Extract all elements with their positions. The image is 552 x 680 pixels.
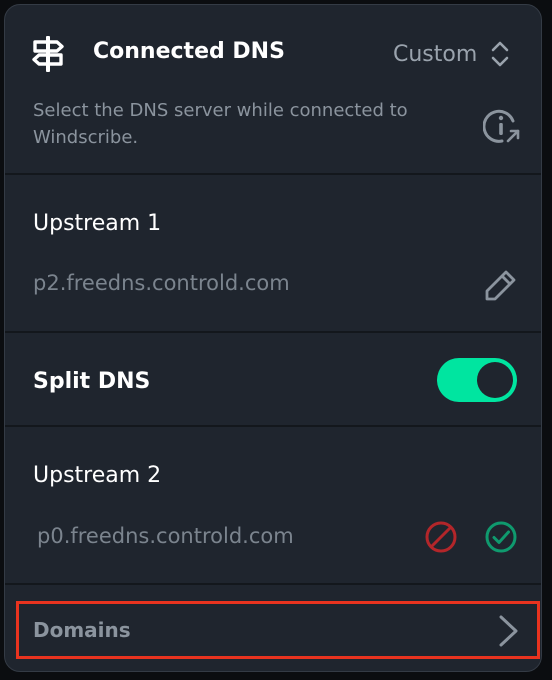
upstream-2-title: Upstream 2 — [33, 463, 162, 488]
cancel-icon[interactable] — [423, 519, 459, 555]
connected-dns-section: Connected DNS Custom Select the DNS serv… — [5, 5, 541, 173]
toggle-knob — [477, 362, 513, 398]
upstream-2-input[interactable]: p0.freedns.controld.com — [37, 524, 294, 548]
domains-label: Domains — [33, 618, 131, 642]
info-link-icon[interactable] — [483, 107, 521, 145]
check-circle-icon[interactable] — [483, 519, 519, 555]
upstream-2-section: Upstream 2 — [5, 427, 541, 583]
connected-dns-panel: Connected DNS Custom Select the DNS serv… — [4, 4, 542, 672]
dns-mode-select[interactable]: Custom — [393, 39, 509, 69]
upstream-1-value: p2.freedns.controld.com — [33, 271, 290, 295]
domains-row[interactable]: Domains — [16, 601, 540, 659]
upstream-1-title: Upstream 1 — [33, 211, 162, 236]
connected-dns-description: Select the DNS server while connected to… — [33, 100, 408, 148]
pencil-icon[interactable] — [483, 267, 519, 303]
split-dns-title: Split DNS — [33, 369, 151, 394]
connected-dns-title: Connected DNS — [93, 39, 285, 64]
upstream-1-section: Upstream 1 p2.freedns.controld.com — [5, 175, 541, 331]
chevron-right-icon — [499, 615, 518, 647]
chevron-up-down-icon — [491, 41, 509, 67]
dns-mode-value: Custom — [393, 41, 478, 67]
split-dns-toggle[interactable] — [437, 358, 517, 402]
divider — [5, 583, 541, 585]
dns-signpost-icon — [32, 36, 64, 72]
